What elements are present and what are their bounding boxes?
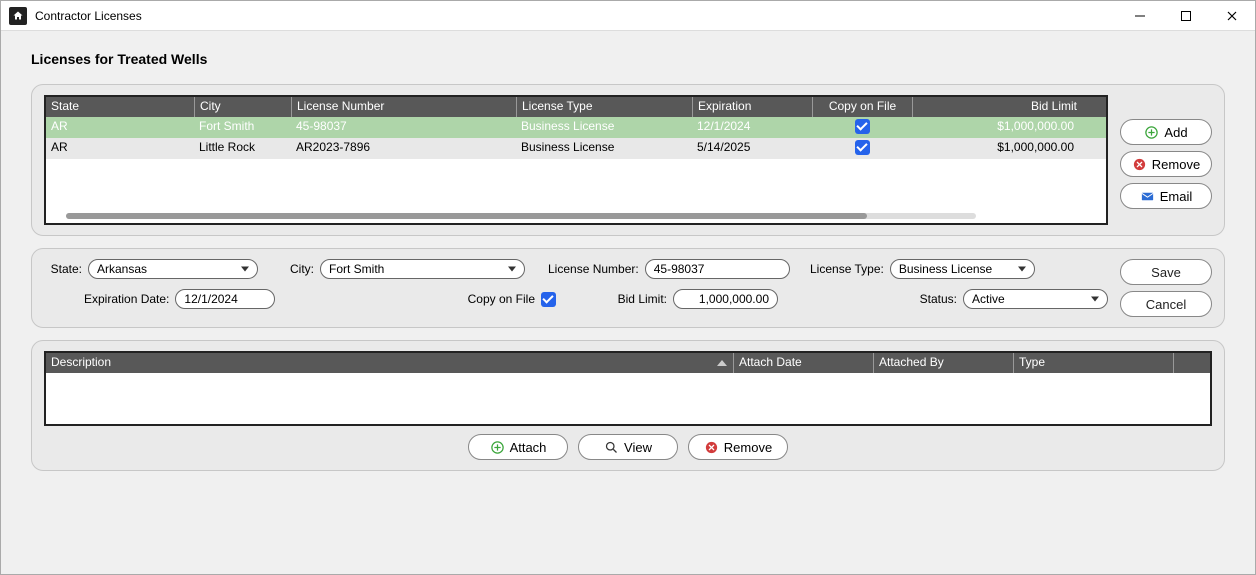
copy-on-file-checkbox[interactable]	[541, 292, 556, 307]
cell-city: Fort Smith	[194, 117, 291, 138]
view-button[interactable]: View	[578, 434, 678, 460]
col-header-bid-limit[interactable]: Bid Limit	[912, 97, 1082, 117]
cell-state: AR	[46, 138, 194, 159]
cell-city: Little Rock	[194, 138, 291, 159]
col-header-license-number[interactable]: License Number	[291, 97, 516, 117]
expiration-date-input[interactable]: 12/1/2024	[175, 289, 275, 309]
col-header-type[interactable]: Type	[1013, 353, 1173, 373]
cell-bid-limit: $1,000,000.00	[912, 138, 1082, 159]
cell-copy-on-file	[812, 138, 912, 159]
cancel-button[interactable]: Cancel	[1120, 291, 1212, 317]
license-number-input[interactable]: 45-98037	[645, 259, 790, 279]
email-button-label: Email	[1160, 189, 1193, 204]
app-icon	[9, 7, 27, 25]
city-label: City:	[286, 262, 314, 276]
cell-license-number: 45-98037	[291, 117, 516, 138]
col-header-attached-by[interactable]: Attached By	[873, 353, 1013, 373]
plus-circle-icon	[490, 440, 505, 455]
remove-button[interactable]: Remove	[1120, 151, 1212, 177]
license-form-panel: State: Arkansas City: Fort Smith License…	[31, 248, 1225, 328]
cell-copy-on-file	[812, 117, 912, 138]
col-header-state[interactable]: State	[46, 97, 194, 117]
col-header-city[interactable]: City	[194, 97, 291, 117]
state-label: State:	[44, 262, 82, 276]
close-button[interactable]	[1209, 1, 1255, 30]
sort-ascending-icon	[717, 360, 727, 366]
window-title: Contractor Licenses	[35, 9, 1117, 23]
save-button[interactable]: Save	[1120, 259, 1212, 285]
bid-limit-label: Bid Limit:	[618, 292, 667, 306]
checkbox-icon	[855, 140, 870, 155]
titlebar: Contractor Licenses	[1, 1, 1255, 31]
state-select[interactable]: Arkansas	[88, 259, 258, 279]
status-select[interactable]: Active	[963, 289, 1108, 309]
col-header-expiration[interactable]: Expiration	[692, 97, 812, 117]
minimize-button[interactable]	[1117, 1, 1163, 30]
attachments-table-header: Description Attach Date Attached By Type	[46, 353, 1210, 373]
page-title: Licenses for Treated Wells	[31, 51, 1225, 67]
cell-state: AR	[46, 117, 194, 138]
bid-limit-input[interactable]: 1,000,000.00	[673, 289, 778, 309]
licenses-table-header: State City License Number License Type E…	[46, 97, 1106, 117]
expiration-date-label: Expiration Date:	[84, 292, 169, 306]
remove-circle-icon	[704, 440, 719, 455]
remove-button-label: Remove	[1152, 157, 1200, 172]
attachments-panel: Description Attach Date Attached By Type…	[31, 340, 1225, 471]
license-type-label: License Type:	[810, 262, 884, 276]
plus-circle-icon	[1144, 125, 1159, 140]
col-header-license-type[interactable]: License Type	[516, 97, 692, 117]
license-number-label: License Number:	[548, 262, 639, 276]
licenses-table[interactable]: State City License Number License Type E…	[44, 95, 1108, 225]
cell-license-number: AR2023-7896	[291, 138, 516, 159]
search-icon	[604, 440, 619, 455]
attachments-table[interactable]: Description Attach Date Attached By Type	[44, 351, 1212, 426]
city-select[interactable]: Fort Smith	[320, 259, 525, 279]
cell-expiration: 5/14/2025	[692, 138, 812, 159]
email-button[interactable]: Email	[1120, 183, 1212, 209]
maximize-button[interactable]	[1163, 1, 1209, 30]
add-button-label: Add	[1164, 125, 1187, 140]
table-row[interactable]: AR Fort Smith 45-98037 Business License …	[46, 117, 1106, 138]
attachments-remove-button[interactable]: Remove	[688, 434, 788, 460]
cell-license-type: Business License	[516, 138, 692, 159]
col-header-copy-on-file[interactable]: Copy on File	[812, 97, 912, 117]
cell-license-type: Business License	[516, 117, 692, 138]
license-type-select[interactable]: Business License	[890, 259, 1035, 279]
cell-bid-limit: $1,000,000.00	[912, 117, 1082, 138]
status-label: Status:	[920, 292, 957, 306]
col-header-description[interactable]: Description	[46, 353, 733, 373]
checkbox-icon	[855, 119, 870, 134]
remove-circle-icon	[1132, 157, 1147, 172]
email-icon	[1140, 189, 1155, 204]
copy-on-file-label: Copy on File	[468, 292, 535, 306]
table-row[interactable]: AR Little Rock AR2023-7896 Business Lice…	[46, 138, 1106, 159]
col-header-attach-date[interactable]: Attach Date	[733, 353, 873, 373]
licenses-panel: State City License Number License Type E…	[31, 84, 1225, 236]
app-window: Contractor Licenses Licenses for Treated…	[0, 0, 1256, 575]
attach-button[interactable]: Attach	[468, 434, 568, 460]
add-button[interactable]: Add	[1120, 119, 1212, 145]
horizontal-scrollbar[interactable]	[66, 213, 976, 219]
col-header-end	[1173, 353, 1191, 373]
cell-expiration: 12/1/2024	[692, 117, 812, 138]
